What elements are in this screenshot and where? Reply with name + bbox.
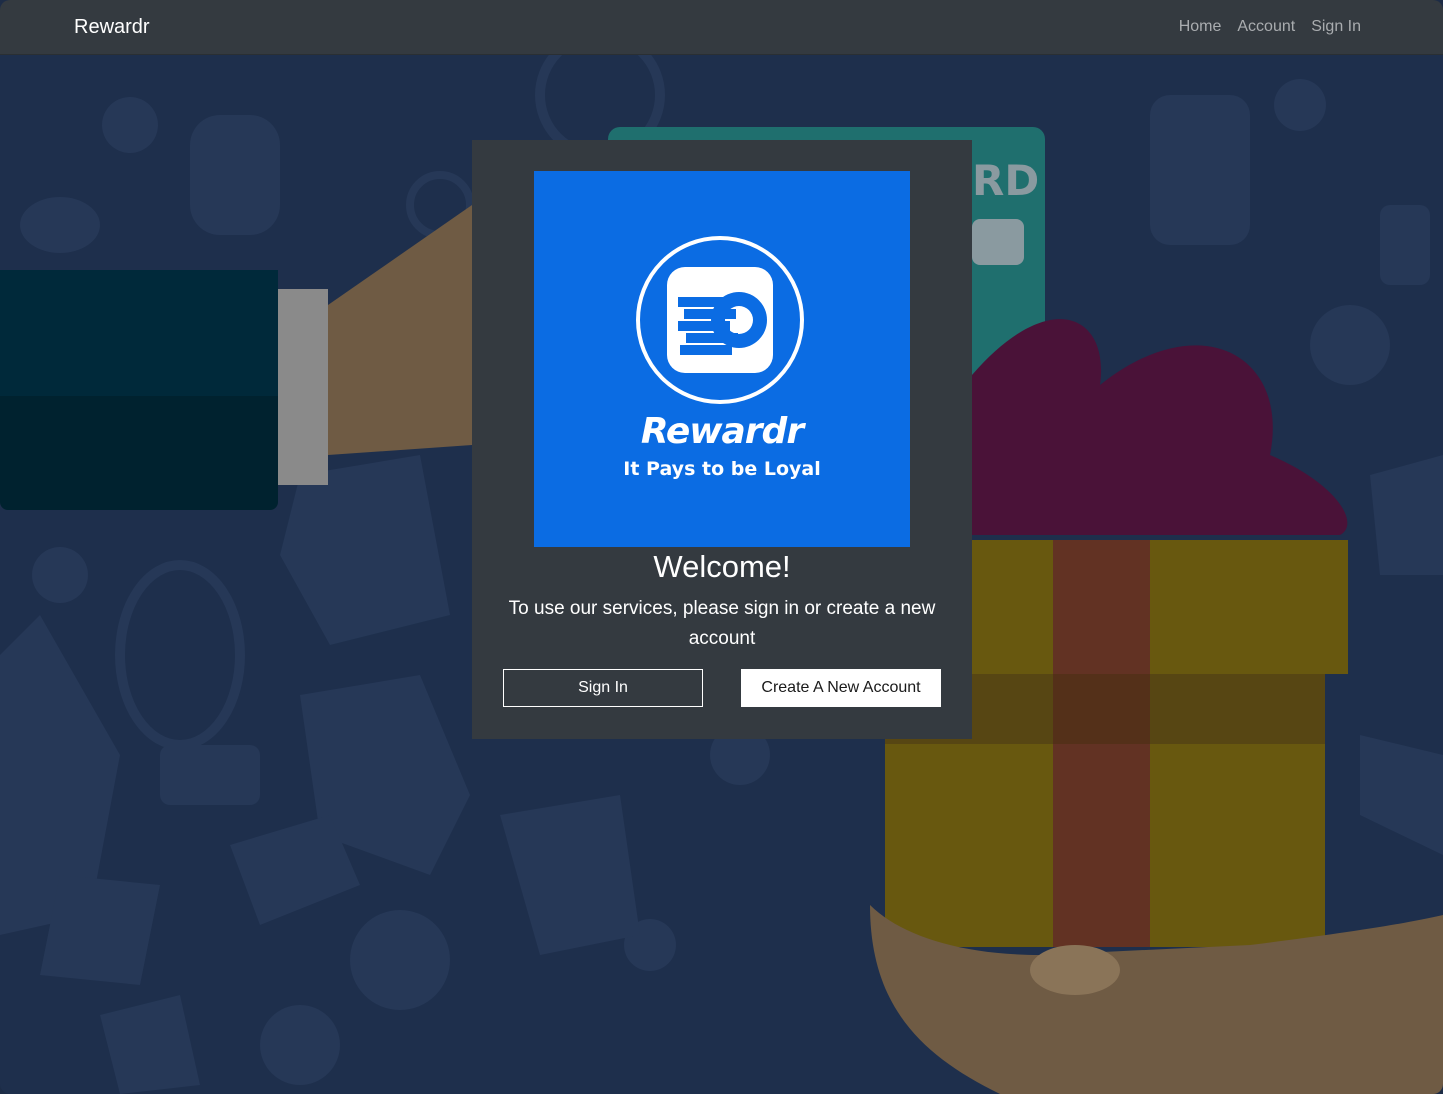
pattern-shape bbox=[1310, 305, 1390, 385]
brand-link[interactable]: Rewardr bbox=[74, 15, 150, 39]
coins-app-icon bbox=[636, 236, 804, 404]
nav-links: Home Account Sign In bbox=[1179, 17, 1361, 37]
pattern-shape bbox=[1370, 455, 1443, 575]
pattern-sweater-shape bbox=[1150, 95, 1250, 245]
navbar: Rewardr Home Account Sign In bbox=[0, 0, 1443, 55]
cuff-shape bbox=[278, 289, 328, 485]
rewardr-logo: Rewardr It Pays to be Loyal bbox=[534, 171, 910, 547]
welcome-heading: Welcome! bbox=[653, 549, 791, 584]
pattern-shape bbox=[1380, 205, 1430, 285]
thumb-shape bbox=[1030, 945, 1120, 995]
nav-link-account[interactable]: Account bbox=[1237, 17, 1295, 37]
pattern-heart-shape bbox=[102, 97, 158, 153]
nav-link-sign-in[interactable]: Sign In bbox=[1311, 17, 1361, 37]
pattern-shape bbox=[260, 1005, 340, 1085]
logo-tagline: It Pays to be Loyal bbox=[623, 458, 821, 480]
app-window: Rewardr Home Account Sign In RD Rewardr … bbox=[0, 0, 1443, 1094]
welcome-card: Rewardr It Pays to be Loyal Welcome! To … bbox=[472, 140, 972, 739]
pattern-heart-shape bbox=[32, 547, 88, 603]
sign-in-button[interactable]: Sign In bbox=[503, 669, 703, 707]
pattern-bowtie-shape bbox=[160, 745, 260, 805]
gift-ribbon-shadow-shape bbox=[1053, 674, 1150, 744]
pattern-dress-shape bbox=[190, 115, 280, 235]
loyalty-card-text: RD bbox=[972, 156, 1039, 205]
pattern-glove-shape bbox=[40, 875, 160, 985]
logo-title: Rewardr bbox=[640, 411, 804, 452]
sleeve-top-shape bbox=[0, 270, 278, 396]
nav-link-home[interactable]: Home bbox=[1179, 17, 1222, 37]
create-account-button[interactable]: Create A New Account bbox=[741, 669, 941, 707]
gift-lid-shape bbox=[972, 540, 1348, 674]
pattern-shape bbox=[20, 197, 100, 253]
pattern-heart-shape bbox=[1274, 79, 1326, 131]
card-chip-shape bbox=[972, 219, 1024, 265]
pattern-watch-shape bbox=[350, 910, 450, 1010]
welcome-description: To use our services, please sign in or c… bbox=[508, 598, 936, 649]
